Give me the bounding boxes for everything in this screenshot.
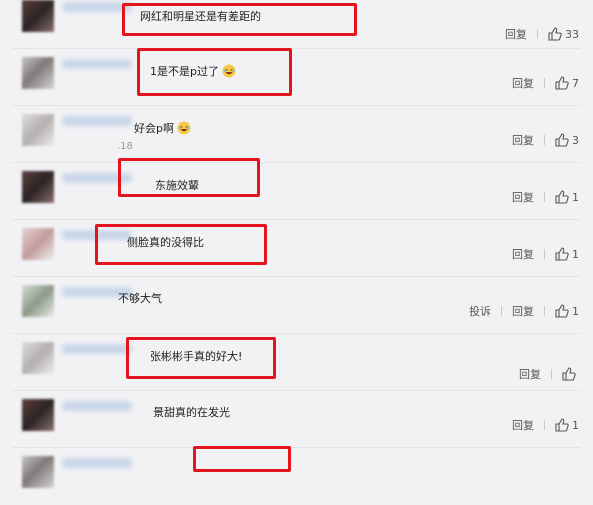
- like-button[interactable]: 3: [555, 133, 579, 147]
- divider: [501, 306, 502, 316]
- reply-button[interactable]: 回复: [505, 26, 527, 42]
- thumbs-up-icon: [555, 76, 569, 90]
- avatar[interactable]: [22, 228, 54, 260]
- reply-button[interactable]: 回复: [512, 246, 534, 262]
- like-button[interactable]: [562, 367, 579, 381]
- username-blurred[interactable]: [62, 458, 132, 468]
- thumbs-up-icon: [548, 27, 562, 41]
- like-count: 3: [572, 134, 579, 147]
- highlight-box: [126, 337, 276, 379]
- like-button[interactable]: 1: [555, 247, 579, 261]
- comment-row: 侧脸真的没得比 回复 1: [0, 220, 593, 277]
- comment-actions: 回复: [509, 366, 579, 382]
- like-button[interactable]: 1: [555, 190, 579, 204]
- like-count: 1: [572, 248, 579, 261]
- thumbs-up-icon: [555, 247, 569, 261]
- reply-button[interactable]: 回复: [512, 189, 534, 205]
- comment-actions: 回复 1: [502, 417, 579, 433]
- comment-row: 景甜真的在发光 回复 1: [0, 391, 593, 448]
- reply-button[interactable]: 回复: [512, 303, 534, 319]
- divider: [544, 192, 545, 202]
- highlight-box: [95, 224, 267, 265]
- divider: [551, 369, 552, 379]
- thumbs-up-icon: [555, 133, 569, 147]
- highlight-box: [122, 3, 357, 36]
- divider: [544, 306, 545, 316]
- highlight-box: [193, 446, 291, 472]
- comment-row: [0, 448, 593, 505]
- like-count: 1: [572, 305, 579, 318]
- like-button[interactable]: 1: [555, 418, 579, 432]
- reply-button[interactable]: 回复: [512, 132, 534, 148]
- reply-button[interactable]: 回复: [519, 366, 541, 382]
- like-count: 7: [572, 77, 579, 90]
- like-count: 1: [572, 419, 579, 432]
- divider: [544, 420, 545, 430]
- username-blurred[interactable]: [62, 59, 132, 69]
- avatar[interactable]: [22, 114, 54, 146]
- comment-actions: 回复 7: [502, 75, 579, 91]
- comment-row: 不够大气 投诉 回复 1: [0, 277, 593, 334]
- comment-actions: 回复 1: [502, 246, 579, 262]
- divider: [544, 78, 545, 88]
- avatar[interactable]: [22, 342, 54, 374]
- like-count: 33: [565, 28, 579, 41]
- comment-actions: 回复 1: [502, 189, 579, 205]
- username-blurred[interactable]: [62, 344, 132, 354]
- avatar[interactable]: [22, 0, 54, 32]
- laughing-emoji-icon: [177, 121, 191, 135]
- username-blurred[interactable]: [62, 116, 132, 126]
- comment-row: 1是不是p过了 回复 7: [0, 49, 593, 106]
- comment-text: 不够大气: [118, 292, 162, 305]
- comment-actions: 回复 33: [495, 26, 579, 42]
- thumbs-up-icon: [562, 367, 576, 381]
- comment-row: 张彬彬手真的好大! 回复: [0, 334, 593, 391]
- avatar[interactable]: [22, 456, 54, 488]
- highlight-box: [137, 48, 292, 96]
- highlight-box: [118, 158, 260, 197]
- divider: [544, 135, 545, 145]
- username-blurred[interactable]: [62, 401, 132, 411]
- comment-text: 好会p啊: [134, 120, 191, 136]
- like-button[interactable]: 33: [548, 27, 579, 41]
- divider: [537, 29, 538, 39]
- thumbs-up-icon: [555, 190, 569, 204]
- comment-actions: 回复 3: [502, 132, 579, 148]
- avatar[interactable]: [22, 57, 54, 89]
- report-button[interactable]: 投诉: [469, 303, 491, 319]
- timestamp-fragment: .18: [117, 141, 133, 152]
- reply-button[interactable]: 回复: [512, 417, 534, 433]
- comment-row: 好会p啊 .18 回复 3: [0, 106, 593, 163]
- comment-list: 网红和明星还是有差距的 回复 33 1是不是p过了 回复 7 好会p啊 .18 回复…: [0, 0, 593, 488]
- comment-text: 景甜真的在发光: [153, 406, 230, 419]
- avatar[interactable]: [22, 171, 54, 203]
- thumbs-up-icon: [555, 304, 569, 318]
- like-button[interactable]: 7: [555, 76, 579, 90]
- reply-button[interactable]: 回复: [512, 75, 534, 91]
- avatar[interactable]: [22, 285, 54, 317]
- comment-actions: 投诉 回复 1: [459, 303, 579, 319]
- comment-row: 东施效颦 回复 1: [0, 163, 593, 220]
- avatar[interactable]: [22, 399, 54, 431]
- divider: [544, 249, 545, 259]
- comment-text-content: 好会p啊: [134, 122, 174, 135]
- like-button[interactable]: 1: [555, 304, 579, 318]
- thumbs-up-icon: [555, 418, 569, 432]
- like-count: 1: [572, 191, 579, 204]
